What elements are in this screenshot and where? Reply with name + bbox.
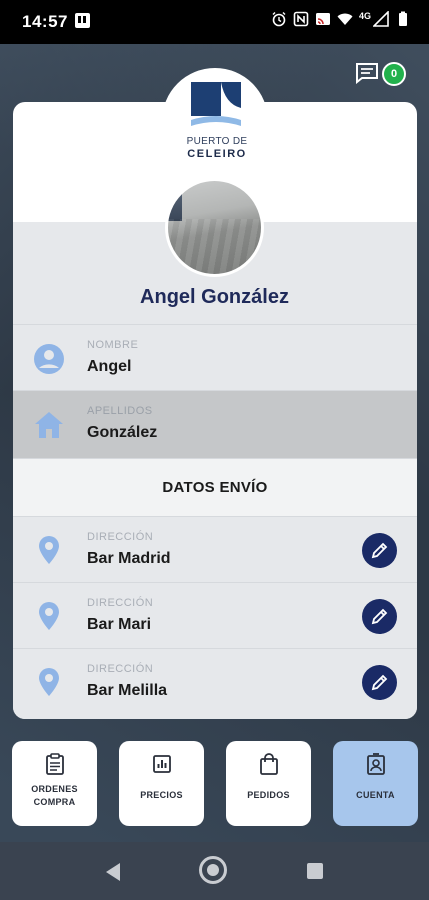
logo-mark-icon [191, 82, 241, 126]
field-row-nombre: NOMBRE Angel [13, 324, 417, 390]
cast-icon [315, 13, 330, 25]
profile-avatar[interactable] [165, 178, 264, 277]
field-value: Angel [87, 358, 132, 375]
address-label: DIRECCIÓN [87, 663, 154, 675]
location-pin-icon [39, 602, 59, 630]
location-pin-icon [39, 536, 59, 564]
field-row-apellidos: APELLIDOS González [13, 390, 417, 458]
recent-apps-icon[interactable] [307, 863, 323, 879]
status-icons: 4G [271, 11, 411, 27]
edit-address-button[interactable] [362, 665, 397, 700]
status-bar: 14:57 4G [0, 0, 429, 44]
app-notification-icon [75, 13, 90, 28]
field-label: APELLIDOS [87, 405, 153, 417]
address-value: Bar Mari [87, 616, 152, 633]
edit-address-button[interactable] [362, 599, 397, 634]
nav-cuenta[interactable]: CUENTA [333, 741, 418, 826]
signal-icon [373, 11, 389, 27]
address-row: DIRECCIÓN Bar Melilla [13, 648, 417, 718]
pencil-icon [371, 608, 388, 625]
address-label: DIRECCIÓN [87, 531, 154, 543]
bag-icon [260, 753, 278, 775]
chart-icon [153, 755, 171, 773]
logo-text-line1: PUERTO DE [186, 136, 248, 147]
address-label: DIRECCIÓN [87, 597, 154, 609]
battery-icon [399, 11, 407, 26]
logo-text-line2: CELEIRO [187, 148, 247, 160]
nav-ordenes-compra[interactable]: ORDENES COMPRA [12, 741, 97, 826]
shipping-section-title: DATOS ENVÍO [13, 458, 417, 516]
nav-label: ORDENES [31, 784, 78, 794]
system-nav-bar [0, 842, 429, 900]
profile-name: Angel González [140, 286, 289, 308]
alarm-icon [272, 12, 286, 27]
address-value: Bar Madrid [87, 550, 171, 567]
home-button-icon[interactable] [199, 856, 227, 884]
location-pin-icon [39, 668, 59, 696]
nfc-icon [293, 11, 309, 27]
brand-logo: PUERTO DE CELEIRO [185, 82, 247, 162]
status-time: 14:57 [22, 12, 68, 31]
id-badge-icon [367, 753, 385, 775]
nav-precios[interactable]: PRECIOS [119, 741, 204, 826]
edit-address-button[interactable] [362, 533, 397, 568]
nav-label: COMPRA [33, 797, 76, 807]
address-row: DIRECCIÓN Bar Madrid [13, 516, 417, 582]
field-value: González [87, 424, 158, 441]
nav-pedidos[interactable]: PEDIDOS [226, 741, 311, 826]
home-icon [35, 412, 63, 438]
network-type: 4G [358, 11, 371, 21]
chat-count-badge[interactable]: 0 [382, 62, 406, 86]
wifi-icon [337, 13, 353, 25]
person-icon [34, 344, 64, 374]
chat-icon[interactable] [355, 62, 379, 84]
field-label: NOMBRE [87, 339, 139, 351]
pencil-icon [371, 542, 388, 559]
pencil-icon [371, 674, 388, 691]
nav-label: CUENTA [356, 790, 395, 800]
nav-label: PRECIOS [140, 790, 183, 800]
address-row: DIRECCIÓN Bar Mari [13, 582, 417, 648]
address-value: Bar Melilla [87, 682, 168, 699]
clipboard-icon [46, 753, 64, 775]
back-icon[interactable] [104, 862, 122, 882]
nav-label: PEDIDOS [247, 790, 290, 800]
